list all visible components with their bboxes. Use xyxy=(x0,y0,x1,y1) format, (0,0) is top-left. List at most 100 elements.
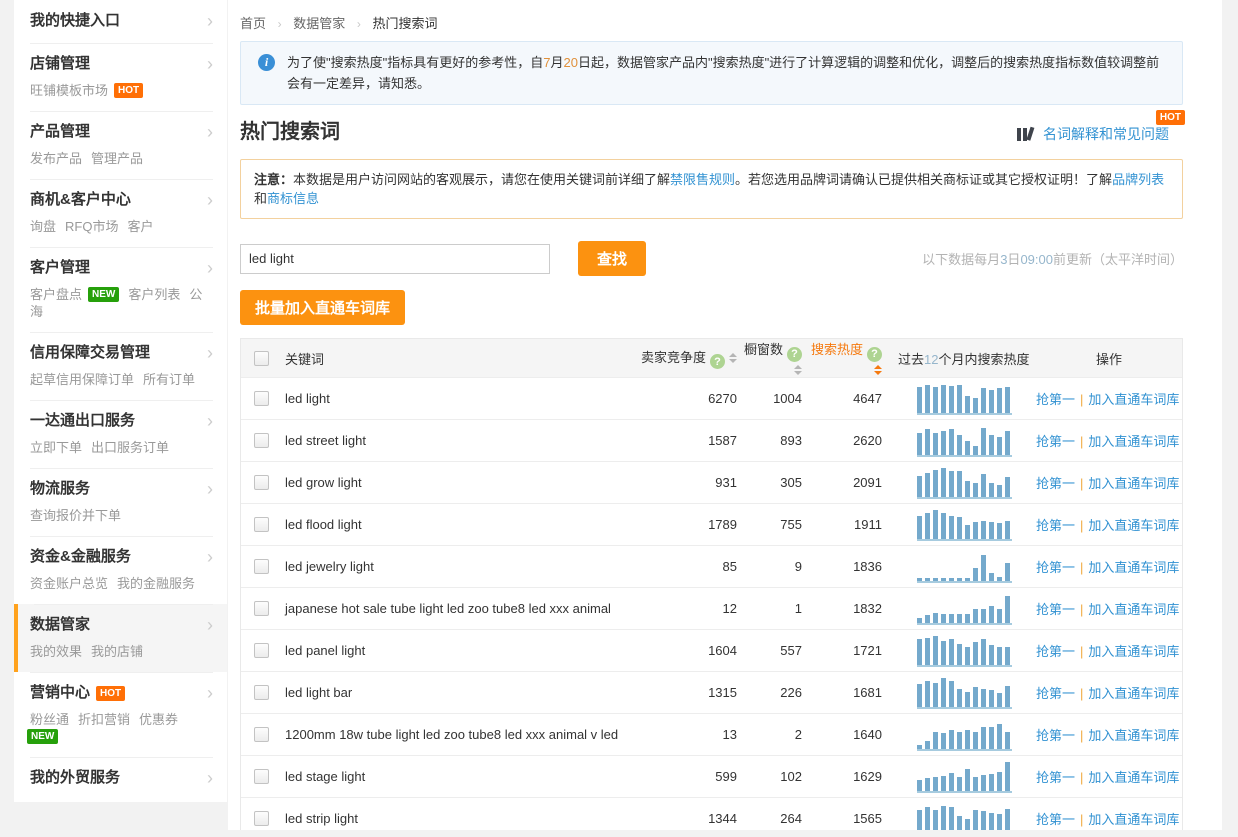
sidebar-sublink[interactable]: 我的效果 xyxy=(30,644,82,659)
sidebar-item-title[interactable]: 我的外贸服务› xyxy=(30,768,213,788)
header-heat[interactable]: 搜索热度? xyxy=(802,339,882,377)
add-to-p4p-link[interactable]: 加入直通车词库 xyxy=(1088,728,1179,743)
sidebar-sublink[interactable]: 询盘 xyxy=(30,219,56,234)
row-checkbox[interactable] xyxy=(254,475,269,490)
add-to-p4p-link[interactable]: 加入直通车词库 xyxy=(1088,518,1179,533)
inline-link[interactable]: 商标信息 xyxy=(267,191,319,206)
text-segment: 和 xyxy=(254,191,267,206)
sidebar-item-title[interactable]: 产品管理› xyxy=(30,122,213,142)
grab-first-link[interactable]: 抢第一 xyxy=(1036,770,1075,785)
sidebar-sublink[interactable]: 管理产品 xyxy=(91,151,143,166)
add-to-p4p-link[interactable]: 加入直通车词库 xyxy=(1088,644,1179,659)
grab-first-link[interactable]: 抢第一 xyxy=(1036,602,1075,617)
sidebar-item-title[interactable]: 资金&金融服务› xyxy=(30,547,213,567)
help-icon[interactable]: ? xyxy=(867,347,882,362)
heat-cell: 1629 xyxy=(802,769,882,784)
breadcrumb-home[interactable]: 首页 xyxy=(240,16,266,31)
row-checkbox[interactable] xyxy=(254,391,269,406)
grab-first-link[interactable]: 抢第一 xyxy=(1036,476,1075,491)
sort-icon-active[interactable] xyxy=(874,365,882,375)
add-to-p4p-link[interactable]: 加入直通车词库 xyxy=(1088,560,1179,575)
sidebar-item-title[interactable]: 店铺管理› xyxy=(30,54,213,74)
inline-link[interactable]: 品牌列表 xyxy=(1112,172,1164,187)
chevron-right-icon: › xyxy=(207,345,213,361)
add-to-p4p-link[interactable]: 加入直通车词库 xyxy=(1088,434,1179,449)
header-showcase[interactable]: 橱窗数? xyxy=(737,339,802,377)
sidebar-sublink[interactable]: 发布产品 xyxy=(30,151,82,166)
new-badge: NEW xyxy=(88,287,119,302)
sidebar-item: 信用保障交易管理› 起草信用保障订单所有订单 xyxy=(14,332,227,400)
sidebar-sublink[interactable]: 客户 xyxy=(127,219,153,234)
row-checkbox[interactable] xyxy=(254,685,269,700)
faq-link[interactable]: 名词解释和常见问题 xyxy=(1043,124,1169,144)
row-checkbox[interactable] xyxy=(254,643,269,658)
sidebar-item-title[interactable]: 营销中心HOT› xyxy=(30,683,213,703)
keyword-cell: japanese hot sale tube light led zoo tub… xyxy=(281,601,637,616)
help-icon[interactable]: ? xyxy=(710,354,725,369)
grab-first-link[interactable]: 抢第一 xyxy=(1036,728,1075,743)
grab-first-link[interactable]: 抢第一 xyxy=(1036,644,1075,659)
showcase-cell: 102 xyxy=(737,769,802,784)
add-to-p4p-link[interactable]: 加入直通车词库 xyxy=(1088,812,1179,827)
sidebar-sublink[interactable]: 优惠券 xyxy=(139,712,178,727)
grab-first-link[interactable]: 抢第一 xyxy=(1036,392,1075,407)
row-checkbox[interactable] xyxy=(254,517,269,532)
sidebar-sublink[interactable]: 所有订单 xyxy=(143,372,195,387)
row-checkbox[interactable] xyxy=(254,727,269,742)
sidebar-item-title[interactable]: 信用保障交易管理› xyxy=(30,343,213,363)
row-checkbox[interactable] xyxy=(254,769,269,784)
sidebar-sublink[interactable]: 资金账户总览 xyxy=(30,576,108,591)
spark-bar xyxy=(933,683,938,707)
sidebar-sublink[interactable]: 起草信用保障订单 xyxy=(30,372,134,387)
sidebar-item-title[interactable]: 一达通出口服务› xyxy=(30,411,213,431)
select-all-checkbox[interactable] xyxy=(254,351,269,366)
spark-bar xyxy=(997,437,1002,455)
add-to-p4p-link[interactable]: 加入直通车词库 xyxy=(1088,770,1179,785)
row-checkbox[interactable] xyxy=(254,559,269,574)
sidebar-sublink[interactable]: 旺铺模板市场 xyxy=(30,83,108,98)
sidebar-sublink[interactable]: 查询报价并下单 xyxy=(30,508,121,523)
sidebar-sublink[interactable]: 客户盘点 xyxy=(30,287,82,302)
sidebar-sublink[interactable]: 折扣营销 xyxy=(78,712,130,727)
text-segment: 前更新（太平洋时间） xyxy=(1053,252,1183,267)
trend-cell xyxy=(882,717,1014,752)
sidebar-sublink[interactable]: 我的金融服务 xyxy=(117,576,195,591)
search-button[interactable]: 查找 xyxy=(578,241,646,276)
breadcrumb-data-manager[interactable]: 数据管家 xyxy=(293,16,345,31)
grab-first-link[interactable]: 抢第一 xyxy=(1036,434,1075,449)
grab-first-link[interactable]: 抢第一 xyxy=(1036,560,1075,575)
help-icon[interactable]: ? xyxy=(787,347,802,362)
sidebar-item-title[interactable]: 数据管家› xyxy=(30,615,213,635)
add-to-p4p-link[interactable]: 加入直通车词库 xyxy=(1088,392,1179,407)
checkbox-cell xyxy=(241,601,281,616)
header-competition[interactable]: 卖家竞争度? xyxy=(637,347,737,370)
grab-first-link[interactable]: 抢第一 xyxy=(1036,812,1075,827)
sidebar-sublink[interactable]: 立即下单 xyxy=(30,440,82,455)
sidebar-sublink[interactable]: 粉丝通 xyxy=(30,712,69,727)
add-to-p4p-link[interactable]: 加入直通车词库 xyxy=(1088,686,1179,701)
row-checkbox[interactable] xyxy=(254,601,269,616)
sort-icon[interactable] xyxy=(794,365,802,375)
grab-first-link[interactable]: 抢第一 xyxy=(1036,686,1075,701)
sidebar-item-label: 数据管家 xyxy=(30,615,90,635)
sidebar-item-title[interactable]: 物流服务› xyxy=(30,479,213,499)
search-input[interactable] xyxy=(240,244,550,274)
sidebar-item-title[interactable]: 商机&客户中心› xyxy=(30,190,213,210)
sort-icon[interactable] xyxy=(729,353,737,363)
grab-first-link[interactable]: 抢第一 xyxy=(1036,518,1075,533)
inline-link[interactable]: 禁限售规则 xyxy=(670,172,735,187)
row-checkbox[interactable] xyxy=(254,811,269,826)
row-checkbox[interactable] xyxy=(254,433,269,448)
add-to-p4p-link[interactable]: 加入直通车词库 xyxy=(1088,476,1179,491)
sidebar-item-title[interactable]: 我的快捷入口› xyxy=(30,11,213,31)
sidebar-sublink[interactable]: 我的店铺 xyxy=(91,644,143,659)
sidebar-item-title[interactable]: 客户管理› xyxy=(30,258,213,278)
trend-cell xyxy=(882,759,1014,794)
sidebar-sublink[interactable]: 出口服务订单 xyxy=(91,440,169,455)
header-showcase-label: 橱窗数 xyxy=(744,342,783,357)
batch-add-button[interactable]: 批量加入直通车词库 xyxy=(240,290,405,325)
spark-bar xyxy=(941,578,946,581)
sidebar-sublink[interactable]: RFQ市场 xyxy=(65,219,118,234)
add-to-p4p-link[interactable]: 加入直通车词库 xyxy=(1088,602,1179,617)
sidebar-sublink[interactable]: 客户列表 xyxy=(128,287,180,302)
